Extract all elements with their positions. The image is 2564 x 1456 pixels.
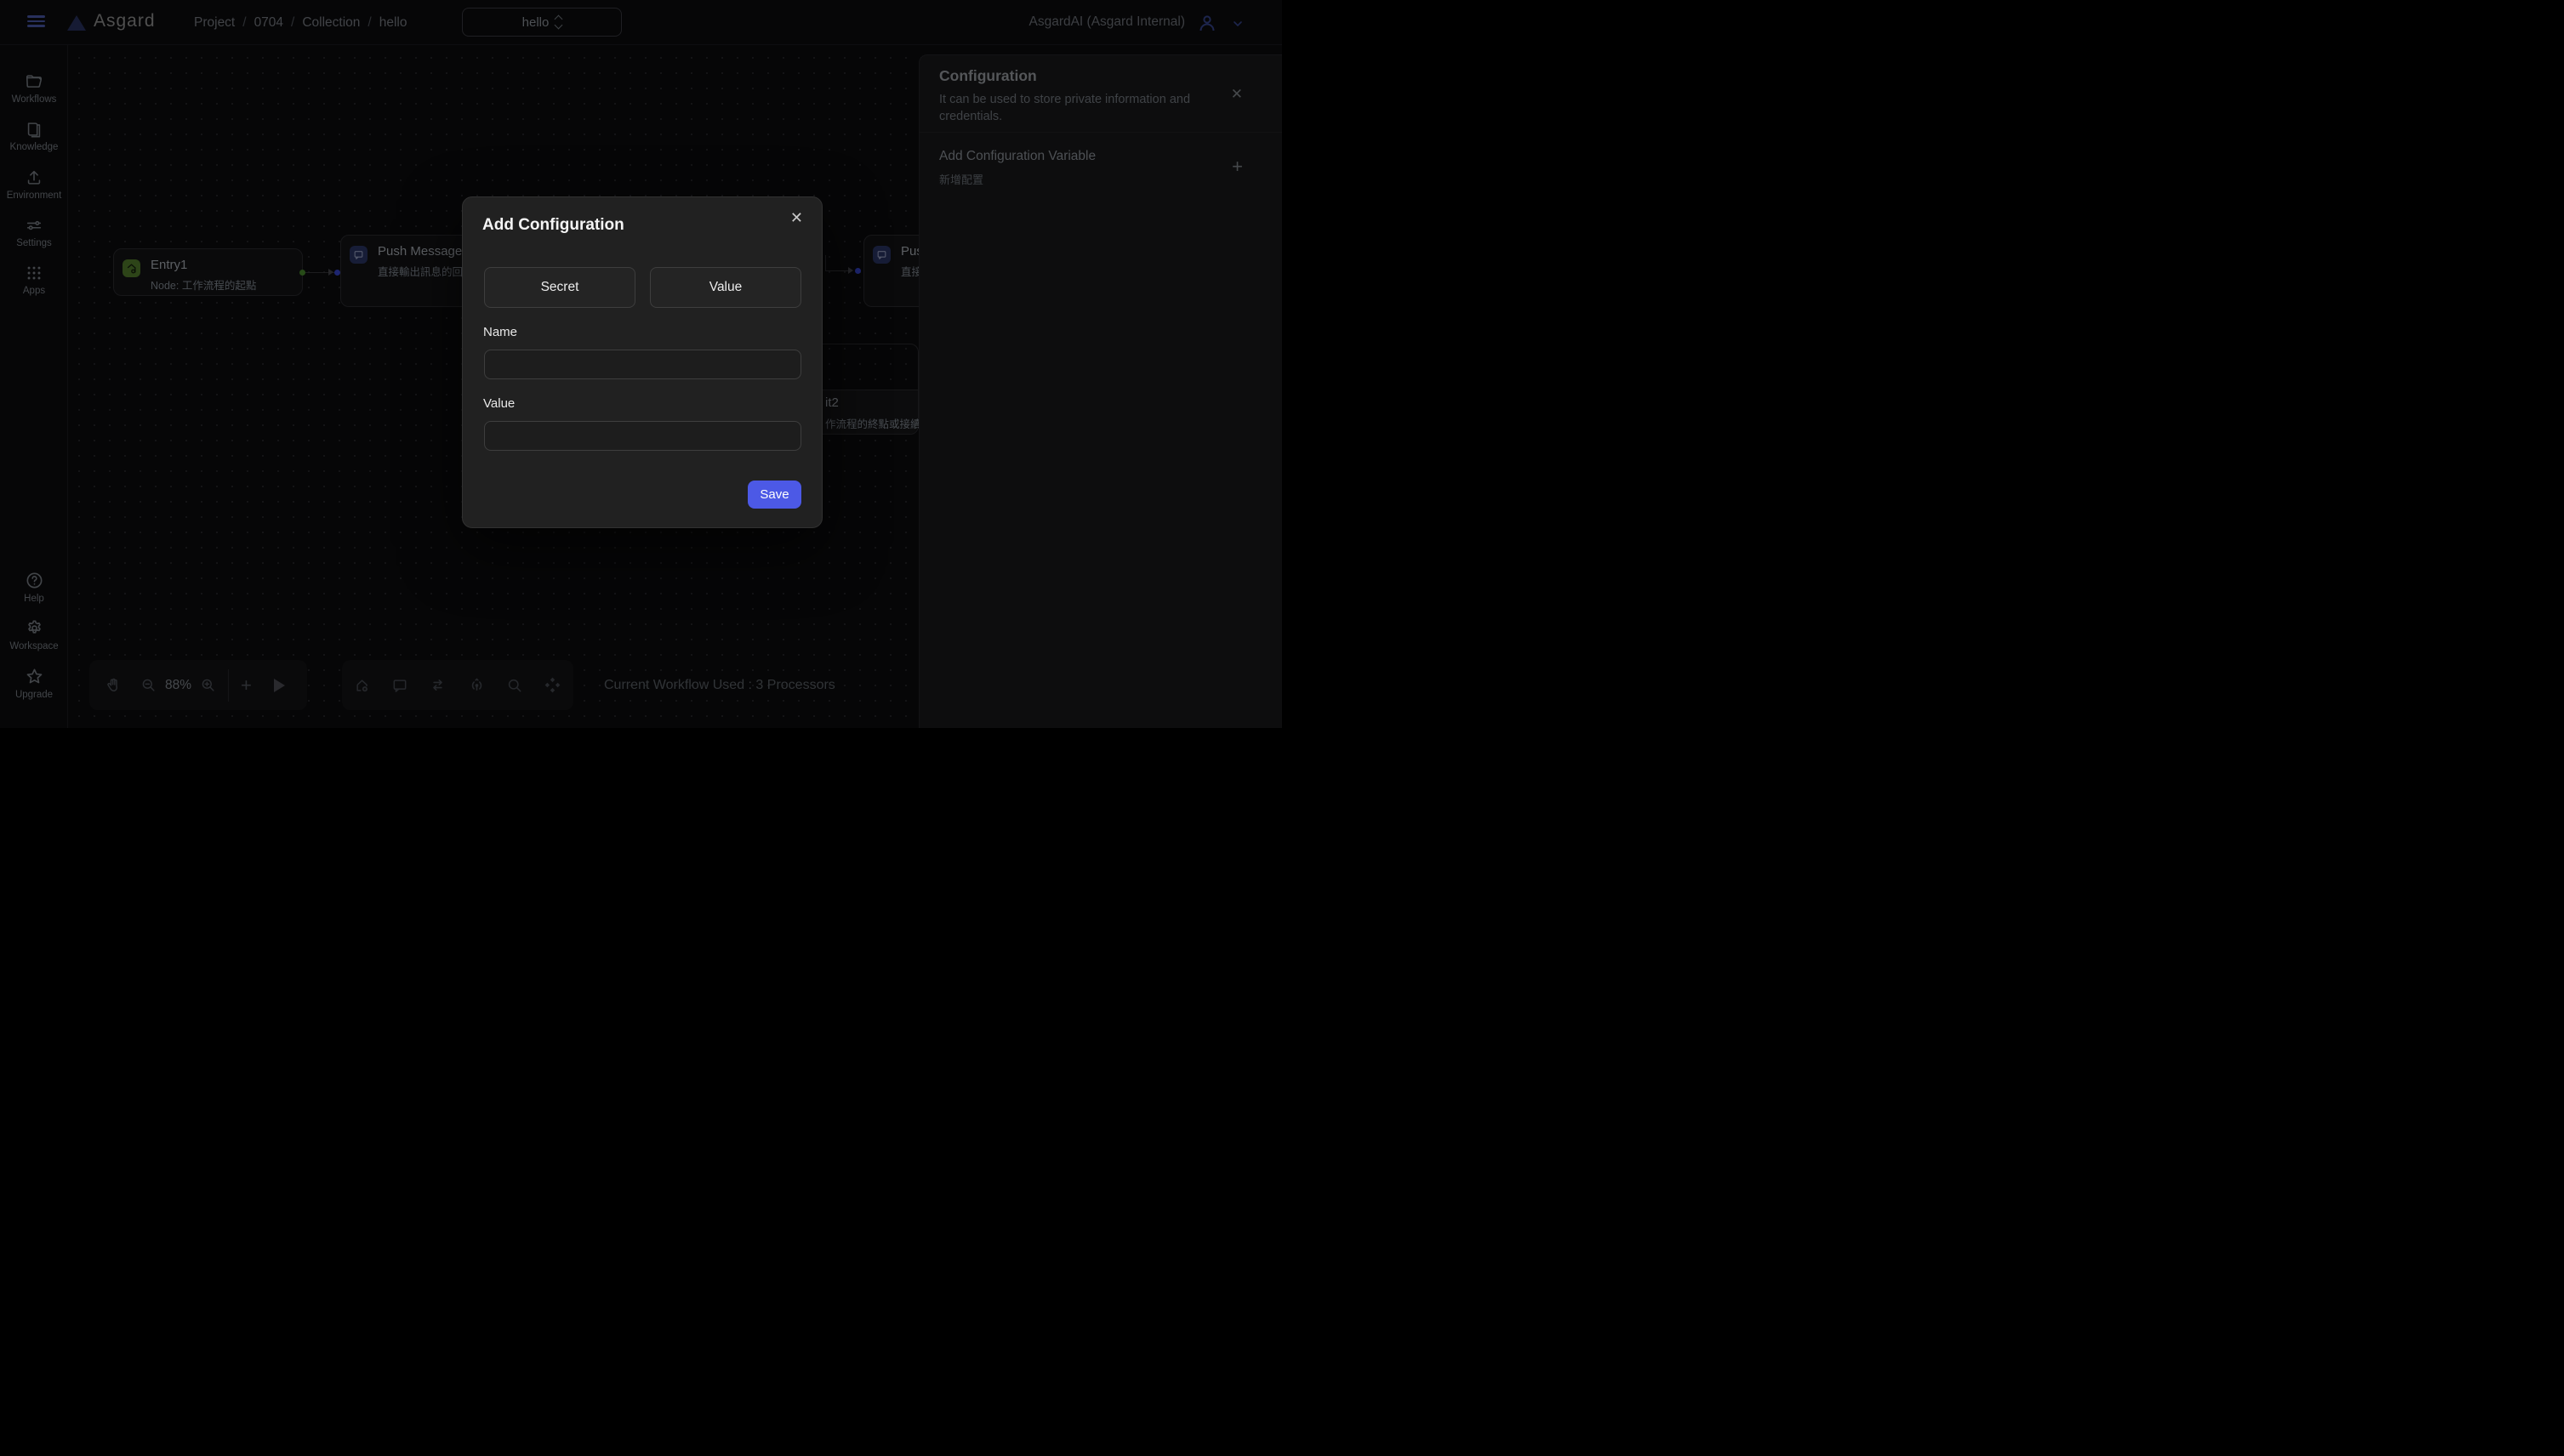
value-input[interactable] (484, 421, 801, 451)
modal-close-icon[interactable]: ✕ (790, 209, 803, 227)
name-input[interactable] (484, 350, 801, 379)
modal-title: Add Configuration (482, 216, 624, 235)
secret-tab-button[interactable]: Secret (484, 267, 635, 308)
value-tab-button[interactable]: Value (650, 267, 801, 308)
app-screen: Entry1 Node: 工作流程的起點 Push Message3 直接輸出訊… (0, 0, 1282, 728)
name-label: Name (483, 325, 517, 339)
save-button[interactable]: Save (748, 481, 801, 509)
add-configuration-modal: Add Configuration ✕ Secret Value Name Va… (462, 196, 823, 528)
value-label: Value (483, 396, 515, 411)
